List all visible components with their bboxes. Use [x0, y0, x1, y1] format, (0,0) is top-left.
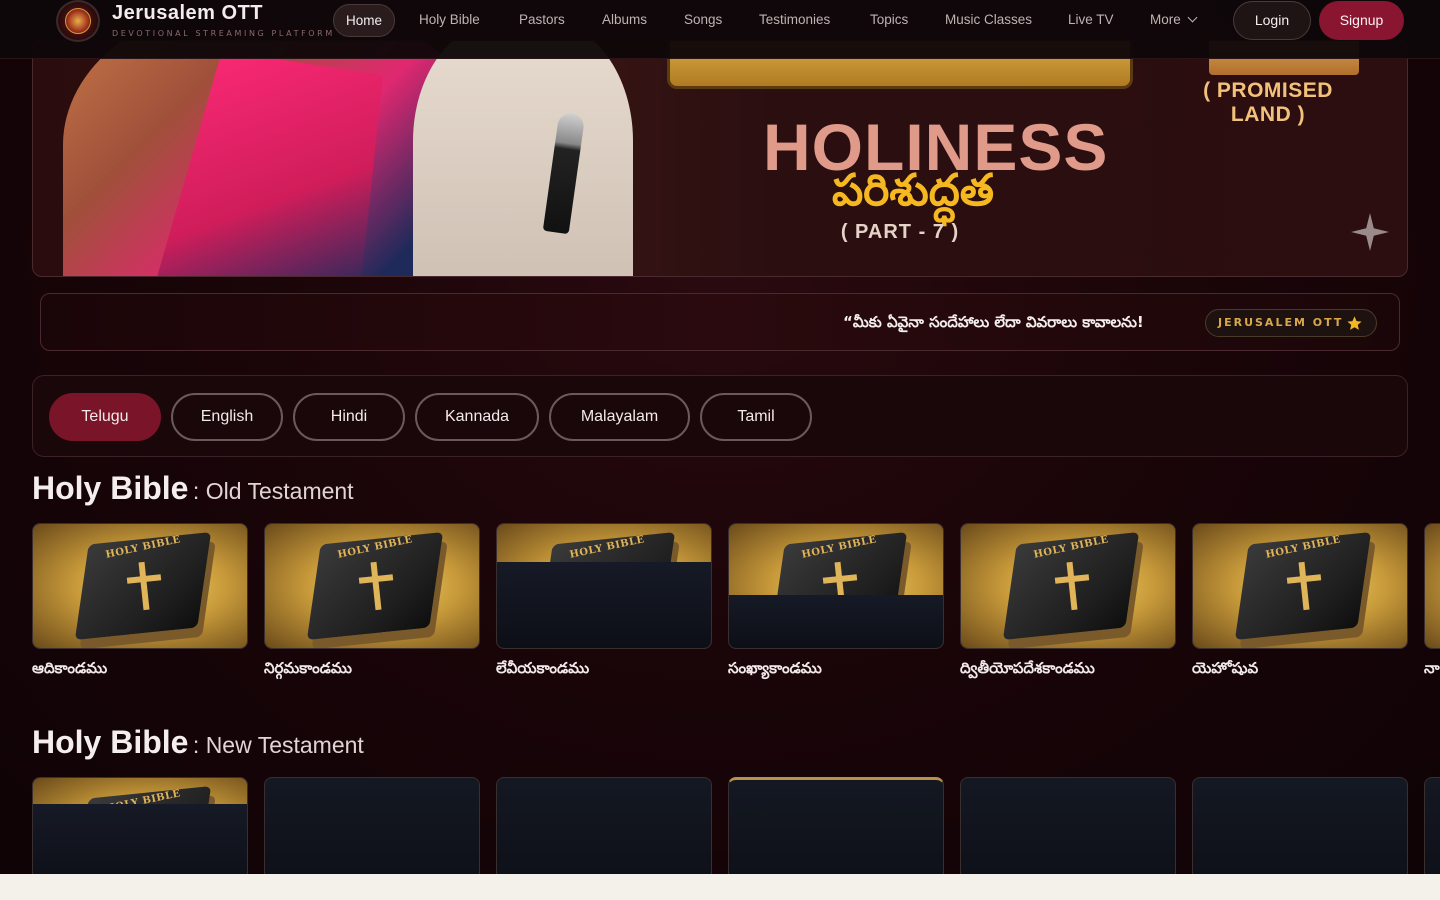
book-card-new-6[interactable]	[1192, 777, 1408, 874]
book-card-genesis[interactable]: HOLY BIBLE	[32, 523, 248, 649]
nav-more[interactable]: More	[1150, 10, 1198, 36]
brand-logo[interactable]	[56, 0, 100, 42]
language-tamil[interactable]: Tamil	[700, 393, 812, 441]
nav-holy-bible[interactable]: Holy Bible	[419, 10, 480, 36]
logo-emblem-icon	[65, 8, 91, 34]
login-button[interactable]: Login	[1233, 1, 1311, 40]
book-card-new-7[interactable]	[1424, 777, 1440, 874]
book-card-next[interactable]	[1424, 523, 1440, 649]
book-card-numbers[interactable]: HOLY BIBLE	[728, 523, 944, 649]
book-card-new-2[interactable]	[264, 777, 480, 874]
section-title-main: Holy Bible	[32, 470, 189, 506]
nav-pastors[interactable]: Pastors	[519, 10, 565, 36]
announcement-ticker: “మీకు ఏవైనా సందేహాలు లేదా వివరాలు కావాలన…	[40, 293, 1400, 351]
book-card-deuteronomy[interactable]: HOLY BIBLE	[960, 523, 1176, 649]
star-icon	[1347, 316, 1362, 330]
brand-subtitle: DEVOTIONAL STREAMING PLATFORM	[112, 29, 335, 38]
book-title[interactable]: లేవీయకాండము	[496, 659, 589, 681]
top-navbar: Jerusalem OTT DEVOTIONAL STREAMING PLATF…	[0, 0, 1440, 59]
nav-songs[interactable]: Songs	[684, 10, 722, 36]
nav-albums[interactable]: Albums	[602, 10, 647, 36]
image-loading-placeholder	[497, 562, 711, 648]
language-kannada[interactable]: Kannada	[415, 393, 539, 441]
language-filter-bar: Telugu English Hindi Kannada Malayalam T…	[32, 375, 1408, 457]
nav-testimonies[interactable]: Testimonies	[759, 10, 830, 36]
book-title[interactable]: యెహోషువ	[1192, 659, 1258, 681]
image-loading-placeholder	[33, 804, 247, 874]
language-hindi[interactable]: Hindi	[293, 393, 405, 441]
section-title-old-testament: Holy Bible : Old Testament	[32, 470, 354, 507]
book-title[interactable]: నా	[1424, 659, 1440, 681]
section-title-sub: : New Testament	[192, 732, 364, 758]
nav-topics[interactable]: Topics	[870, 10, 908, 36]
book-card-new-5[interactable]	[960, 777, 1176, 874]
page-bottom-strip	[0, 874, 1440, 900]
book-card-leviticus[interactable]: HOLY BIBLE	[496, 523, 712, 649]
hero-part-label: ( PART - 7 )	[840, 221, 960, 243]
hero-banner[interactable]: ( PROMISED LAND ) HOLINESS పరిశుద్ధత ( P…	[32, 40, 1408, 277]
hero-man-image	[413, 41, 633, 276]
section-title-sub: : Old Testament	[192, 478, 354, 504]
ticker-badge-label: JERUSALEM OTT	[1218, 316, 1344, 329]
book-title[interactable]: ద్వితీయోపదేశకాండము	[960, 659, 1095, 681]
brand-title[interactable]: Jerusalem OTT	[112, 2, 263, 25]
ticker-message: “మీకు ఏవైనా సందేహాలు లేదా వివరాలు కావాలన…	[843, 313, 1144, 331]
signup-button[interactable]: Signup	[1319, 1, 1404, 40]
language-telugu[interactable]: Telugu	[49, 393, 161, 441]
sparkle-icon	[1351, 213, 1389, 251]
language-malayalam[interactable]: Malayalam	[549, 393, 690, 441]
book-title[interactable]: నిర్గమకాండము	[264, 659, 352, 681]
nav-live-tv[interactable]: Live TV	[1068, 10, 1114, 36]
ticker-badge: JERUSALEM OTT	[1205, 309, 1377, 337]
book-title[interactable]: సంఖ్యాకాండము	[728, 659, 822, 681]
book-card-new-4[interactable]	[728, 777, 944, 874]
hero-telugu-title: పరిశుద్ధత	[831, 165, 995, 216]
book-title[interactable]: ఆదికాండము	[32, 659, 107, 681]
nav-more-label: More	[1150, 12, 1181, 27]
bible-cover-image	[1425, 524, 1440, 648]
section-title-main: Holy Bible	[32, 724, 189, 760]
language-english[interactable]: English	[171, 393, 283, 441]
image-loading-placeholder	[729, 595, 943, 648]
section-title-new-testament: Holy Bible : New Testament	[32, 724, 364, 761]
book-card-new-3[interactable]	[496, 777, 712, 874]
nav-home[interactable]: Home	[333, 4, 396, 37]
nav-music-classes[interactable]: Music Classes	[945, 10, 1032, 36]
book-card-new-1[interactable]: HOLY BIBLE	[32, 777, 248, 874]
chevron-down-icon	[1187, 12, 1198, 23]
hero-service-label: ( PROMISED LAND )	[1203, 79, 1333, 126]
book-card-joshua[interactable]: HOLY BIBLE	[1192, 523, 1408, 649]
book-card-exodus[interactable]: HOLY BIBLE	[264, 523, 480, 649]
page: ( PROMISED LAND ) HOLINESS పరిశుద్ధత ( P…	[0, 0, 1440, 874]
